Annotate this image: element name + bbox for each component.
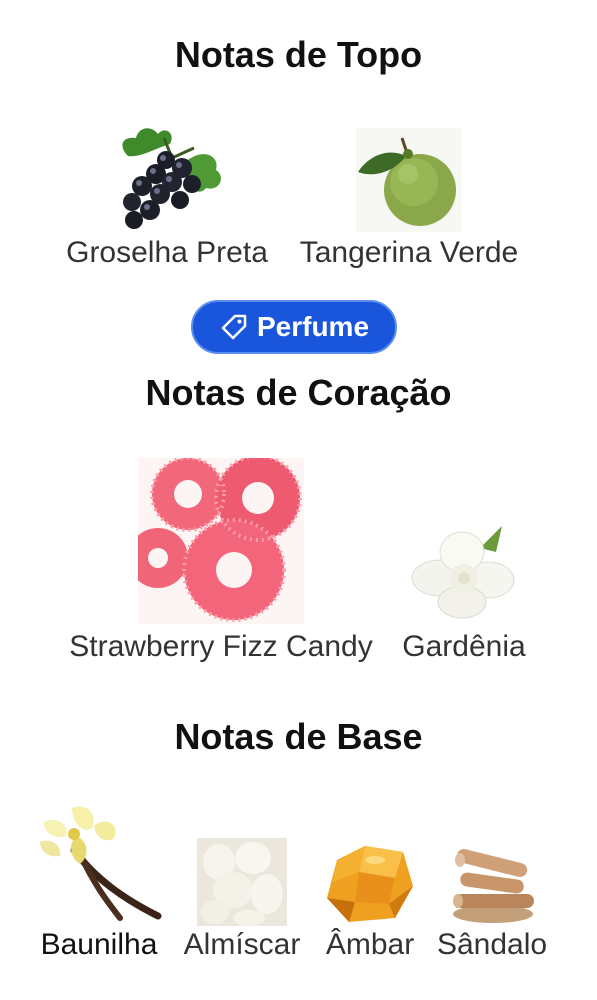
amber-icon (327, 846, 413, 922)
note-label: Sândalo (436, 928, 548, 961)
note-label: Âmbar (325, 928, 415, 961)
note-label: Tangerina Verde (299, 236, 519, 269)
tag-icon (221, 314, 247, 340)
green-tangerine-icon (356, 128, 462, 232)
note-label: Gardênia (402, 630, 526, 663)
vanilla-icon (40, 806, 162, 921)
section-title-heart-notes: Notas de Coração (145, 372, 452, 413)
note-label: Strawberry Fizz Candy (69, 630, 373, 663)
section-title-base-notes: Notas de Base (174, 716, 423, 757)
note-label: Baunilha (40, 928, 158, 961)
note-label: Groselha Preta (66, 236, 268, 269)
note-label: Almíscar (183, 928, 301, 961)
musk-icon (197, 838, 287, 926)
section-title-top-notes: Notas de Topo (174, 34, 423, 75)
sandalwood-icon (453, 848, 534, 923)
perfume-tag-label: Perfume (256, 311, 370, 342)
gardenia-icon (411, 526, 515, 619)
blackcurrant-icon (122, 128, 221, 229)
perfume-tag-button[interactable]: Perfume (191, 300, 397, 354)
strawberry-candy-icon (138, 458, 304, 624)
